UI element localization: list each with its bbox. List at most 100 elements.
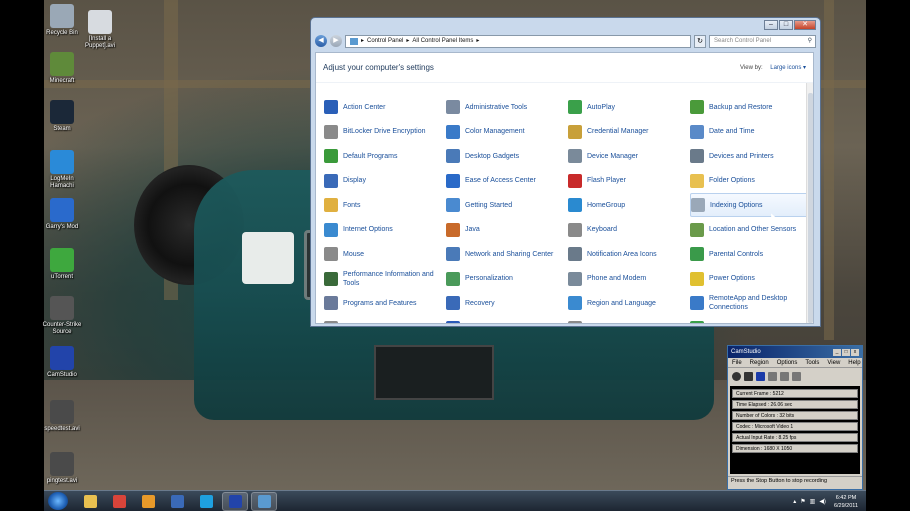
- control-panel-item[interactable]: Ease of Access Center: [446, 169, 568, 193]
- control-panel-item[interactable]: Backup and Restore: [690, 95, 812, 119]
- breadcrumb-root[interactable]: Control Panel: [367, 36, 403, 47]
- control-panel-item[interactable]: Personalization: [446, 267, 568, 291]
- breadcrumb-current[interactable]: All Control Panel Items: [412, 36, 473, 47]
- maximize-button[interactable]: □: [779, 20, 793, 30]
- camstudio-titlebar[interactable]: CamStudio _ □ x: [728, 346, 862, 358]
- desktop-icon[interactable]: Steam: [42, 100, 82, 133]
- action-center-flag-icon[interactable]: ⚑: [800, 498, 805, 505]
- volume-icon[interactable]: ◀): [819, 498, 826, 505]
- control-panel-item[interactable]: Programs and Features: [324, 291, 446, 315]
- control-panel-item[interactable]: Network and Sharing Center: [446, 242, 568, 266]
- window-titlebar[interactable]: – □ ✕: [311, 18, 820, 32]
- taskbar-app[interactable]: [135, 492, 161, 511]
- camstudio-menu-item[interactable]: View: [827, 360, 840, 366]
- back-button[interactable]: ◀: [315, 35, 327, 47]
- desktop-icon[interactable]: Recycle Bin: [42, 4, 82, 37]
- control-panel-item[interactable]: Keyboard: [568, 218, 690, 242]
- view-by-dropdown[interactable]: Large icons ▾: [770, 65, 806, 71]
- control-panel-item[interactable]: SoundMAX AudioESP: [446, 316, 568, 323]
- record-icon[interactable]: [732, 371, 741, 381]
- scrollbar-thumb[interactable]: [808, 93, 813, 323]
- taskbar-app[interactable]: [106, 492, 132, 511]
- control-panel-item[interactable]: Java: [446, 218, 568, 242]
- clock[interactable]: 6:42 PM 6/29/2011: [834, 494, 858, 510]
- control-panel-item[interactable]: Region and Language: [568, 291, 690, 315]
- close-button[interactable]: x: [851, 348, 859, 356]
- maximize-button[interactable]: □: [842, 348, 850, 356]
- show-hidden-icons-icon[interactable]: ▴: [793, 498, 796, 505]
- region-icon[interactable]: [792, 371, 801, 381]
- control-panel-item[interactable]: Date and Time: [690, 120, 812, 144]
- desktop-icon[interactable]: LogMeIn Hamachi: [42, 150, 82, 190]
- camstudio-menu-item[interactable]: File: [732, 360, 742, 366]
- forward-button[interactable]: ▶: [330, 35, 342, 47]
- control-panel-item[interactable]: Display: [324, 169, 446, 193]
- desktop-icon[interactable]: pingtest.avi: [42, 452, 82, 485]
- taskbar-app[interactable]: [77, 492, 103, 511]
- view-by: View by: Large icons ▾: [740, 64, 806, 71]
- control-panel-item[interactable]: Indexing Options: [690, 193, 812, 217]
- control-panel-window[interactable]: – □ ✕ ◀ ▶ ▸ Control Panel ▸ All Control …: [310, 17, 821, 327]
- control-panel-item[interactable]: AutoPlay: [568, 95, 690, 119]
- desktop-icon[interactable]: CamStudio: [42, 346, 82, 379]
- camstudio-menu-item[interactable]: Help: [848, 360, 860, 366]
- taskbar-app[interactable]: [193, 492, 219, 511]
- camstudio-menu-item[interactable]: Options: [777, 360, 798, 366]
- control-panel-item[interactable]: Desktop Gadgets: [446, 144, 568, 168]
- stop-icon[interactable]: [756, 371, 765, 381]
- control-panel-item[interactable]: Phone and Modem: [568, 267, 690, 291]
- control-panel-item[interactable]: Devices and Printers: [690, 144, 812, 168]
- desktop-icon[interactable]: Minecraft: [42, 52, 82, 85]
- control-panel-item[interactable]: Power Options: [690, 267, 812, 291]
- control-panel-item[interactable]: Device Manager: [568, 144, 690, 168]
- control-panel-item[interactable]: RemoteApp and Desktop Connections: [690, 291, 812, 315]
- control-panel-item[interactable]: Parental Controls: [690, 242, 812, 266]
- clock-icon: [690, 124, 704, 139]
- network-icon[interactable]: ▥: [810, 498, 816, 505]
- performance-icon: [324, 271, 338, 286]
- control-panel-item[interactable]: Folder Options: [690, 169, 812, 193]
- control-panel-item[interactable]: Mouse: [324, 242, 446, 266]
- camstudio-menu-item[interactable]: Region: [750, 360, 769, 366]
- desktop-icon[interactable]: Counter-Strike Source: [42, 296, 82, 336]
- control-panel-item[interactable]: Location and Other Sensors: [690, 218, 812, 242]
- control-panel-item[interactable]: Sync Center: [690, 316, 812, 323]
- control-panel-item[interactable]: Internet Options: [324, 218, 446, 242]
- desktop-icon-label: Counter-Strike Source: [42, 322, 82, 335]
- control-panel-item[interactable]: Performance Information and Tools: [324, 267, 446, 291]
- control-panel-item[interactable]: Recovery: [446, 291, 568, 315]
- control-panel-item[interactable]: Action Center: [324, 95, 446, 119]
- camstudio-window[interactable]: CamStudio _ □ x File Region Options Tools Vi…: [727, 345, 863, 490]
- options-icon[interactable]: [768, 371, 777, 381]
- vertical-scrollbar[interactable]: [806, 83, 813, 323]
- control-panel-item[interactable]: HomeGroup: [568, 193, 690, 217]
- minimize-button[interactable]: _: [833, 348, 841, 356]
- desktop-icon[interactable]: Garry's Mod: [42, 198, 82, 231]
- taskbar-app[interactable]: [164, 492, 190, 511]
- desktop-icon[interactable]: [Install a Puppet].avi: [80, 10, 120, 50]
- control-panel-item[interactable]: Getting Started: [446, 193, 568, 217]
- desktop-icon[interactable]: uTorrent: [42, 248, 82, 281]
- control-panel-item[interactable]: Sound: [324, 316, 446, 323]
- control-panel-item[interactable]: Color Management: [446, 120, 568, 144]
- control-panel-item[interactable]: Speech Recognition: [568, 316, 690, 323]
- control-panel-item[interactable]: Notification Area Icons: [568, 242, 690, 266]
- control-panel-item[interactable]: BitLocker Drive Encryption: [324, 120, 446, 144]
- taskbar-app[interactable]: [251, 491, 277, 511]
- control-panel-item[interactable]: Fonts: [324, 193, 446, 217]
- refresh-button[interactable]: ↻: [694, 34, 706, 48]
- pause-icon[interactable]: [744, 371, 753, 381]
- desktop-icon[interactable]: speedtest.avi: [42, 400, 82, 433]
- minimize-button[interactable]: –: [764, 20, 778, 30]
- control-panel-item[interactable]: Credential Manager: [568, 120, 690, 144]
- address-bar[interactable]: ▸ Control Panel ▸ All Control Panel Item…: [345, 34, 691, 48]
- control-panel-item[interactable]: Default Programs: [324, 144, 446, 168]
- search-input[interactable]: Search Control Panel ⚲: [709, 34, 816, 48]
- taskbar-app[interactable]: [222, 491, 248, 511]
- close-button[interactable]: ✕: [794, 20, 816, 30]
- start-button[interactable]: [48, 492, 68, 510]
- annotation-icon[interactable]: [780, 371, 789, 381]
- control-panel-item[interactable]: Administrative Tools: [446, 95, 568, 119]
- camstudio-menu-item[interactable]: Tools: [805, 360, 819, 366]
- control-panel-item[interactable]: Flash Player: [568, 169, 690, 193]
